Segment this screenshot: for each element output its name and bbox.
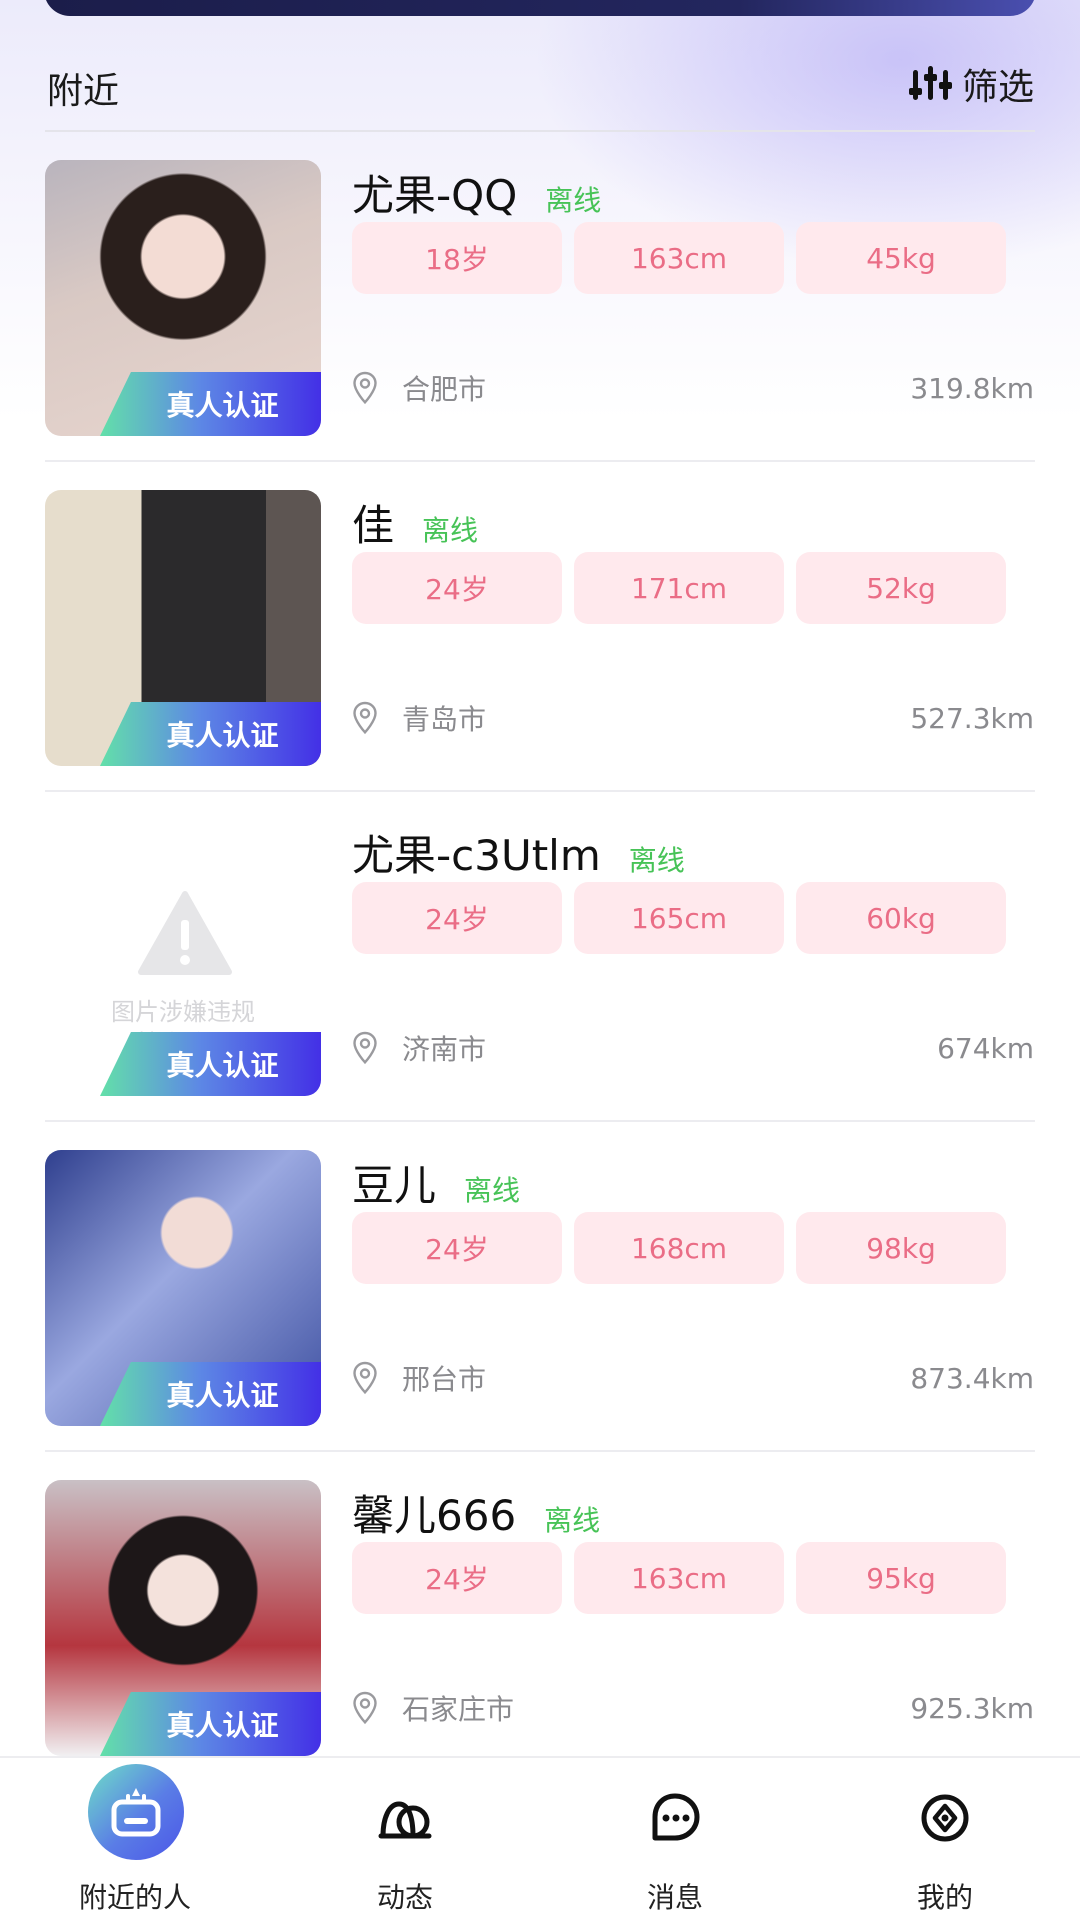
verified-badge: 真人认证 [100,702,321,766]
tab-moments[interactable]: 动态 [270,1758,540,1920]
online-status: 离线 [628,844,685,877]
user-card[interactable]: 真人认证 豆儿 离线 24岁 168cm 98kg 邢台市 873.4km [0,1122,1080,1452]
online-status: 离线 [422,514,479,547]
user-card[interactable]: 真人认证 馨儿666 离线 24岁 163cm 95kg 石家庄市 925.3k… [0,1452,1080,1782]
user-name: 佳 [352,501,395,550]
page-title: 附近 [47,71,120,112]
distance-label: 319.8km [910,372,1034,405]
filter-button[interactable]: 筛选 [908,58,1034,110]
weight-tag: 52kg [796,552,1006,624]
nav-active-indicator [88,1764,184,1860]
blocked-text-line1: 图片涉嫌违规 [111,998,255,1026]
user-name: 尤果-c3Utlm [352,831,601,880]
profile-icon [921,1794,969,1842]
verified-badge: 真人认证 [100,1032,321,1096]
distance-label: 925.3km [910,1692,1034,1725]
age-tag: 18岁 [352,222,562,294]
online-status: 离线 [544,1504,601,1537]
distance-label: 873.4km [910,1362,1034,1395]
user-name: 尤果-QQ [352,171,518,220]
city-label: 邢台市 [402,1363,487,1396]
nav-label: 我的 [916,1881,973,1914]
nearby-user-list: 真人认证 尤果-QQ 离线 18岁 163cm 45kg 合肥市 319.8km… [0,132,1080,1782]
height-tag: 163cm [574,1542,784,1614]
weight-tag: 95kg [796,1542,1006,1614]
weight-tag: 60kg [796,882,1006,954]
chat-icon [652,1793,700,1841]
distance-label: 674km [937,1032,1034,1065]
nav-label: 动态 [376,1881,433,1914]
moments-icon [378,1801,432,1839]
height-tag: 165cm [574,882,784,954]
section-header: 附近 筛选 [0,50,1080,130]
height-tag: 163cm [574,222,784,294]
top-banner[interactable] [44,0,1036,16]
age-tag: 24岁 [352,882,562,954]
city-label: 石家庄市 [402,1693,515,1726]
verified-badge: 真人认证 [100,1692,321,1756]
verified-badge: 真人认证 [100,372,321,436]
distance-label: 527.3km [910,702,1034,735]
user-card[interactable]: 真人认证 佳 离线 24岁 171cm 52kg 青岛市 527.3km [0,462,1080,792]
city-label: 青岛市 [402,703,487,736]
age-tag: 24岁 [352,552,562,624]
user-card[interactable]: 图片涉嫌违规 禁止访问 真人认证 尤果-c3Utlm 离线 24岁 165cm … [0,792,1080,1122]
online-status: 离线 [545,184,602,217]
city-label: 济南市 [402,1033,487,1066]
location-pin-icon [353,371,377,405]
tab-nearby-people[interactable]: 附近的人 [0,1758,270,1920]
warning-icon [138,891,232,975]
filter-label: 筛选 [961,67,1034,108]
online-status: 离线 [464,1174,521,1207]
location-pin-icon [353,701,377,735]
robot-icon [111,1788,161,1837]
location-pin-icon [353,1691,377,1725]
weight-tag: 98kg [796,1212,1006,1284]
tab-messages[interactable]: 消息 [540,1758,810,1920]
height-tag: 171cm [574,552,784,624]
height-tag: 168cm [574,1212,784,1284]
location-pin-icon [353,1361,377,1395]
bottom-tab-bar: 附近的人 动态 消息 我的 [0,1756,1080,1920]
user-name: 馨儿666 [352,1491,517,1540]
tab-profile[interactable]: 我的 [810,1758,1080,1920]
user-name: 豆儿 [352,1161,437,1210]
weight-tag: 45kg [796,222,1006,294]
user-card[interactable]: 真人认证 尤果-QQ 离线 18岁 163cm 45kg 合肥市 319.8km [0,132,1080,462]
verified-badge: 真人认证 [100,1362,321,1426]
age-tag: 24岁 [352,1212,562,1284]
filter-sliders-icon [908,66,952,100]
nav-label: 消息 [646,1881,703,1914]
age-tag: 24岁 [352,1542,562,1614]
city-label: 合肥市 [402,373,487,406]
nav-label: 附近的人 [78,1881,191,1914]
location-pin-icon [353,1031,377,1065]
